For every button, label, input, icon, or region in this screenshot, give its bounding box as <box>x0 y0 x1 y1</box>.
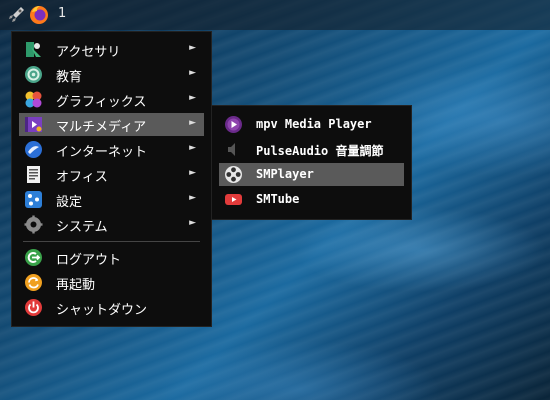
graphics-icon <box>25 91 42 108</box>
submenu-item-smplayer[interactable]: SMPlayer <box>219 163 404 186</box>
submenu-arrow-icon: ► <box>189 193 196 203</box>
submenu-arrow-icon: ► <box>189 168 196 178</box>
menu-item-system[interactable]: システム ► <box>19 213 204 236</box>
submenu-arrow-icon: ► <box>189 43 196 53</box>
rocket-launcher-icon[interactable] <box>5 4 27 26</box>
submenu-item-smtube[interactable]: SMTube <box>219 188 404 211</box>
menu-item-shutdown[interactable]: シャットダウン <box>19 296 204 319</box>
menu-item-label: ログアウト <box>56 253 122 268</box>
top-panel: 1 <box>0 0 550 30</box>
workspace-number[interactable]: 1 <box>58 6 66 21</box>
reboot-icon <box>25 274 42 291</box>
menu-item-label: 設定 <box>56 195 83 210</box>
menu-item-education[interactable]: 教育 ► <box>19 63 204 86</box>
multimedia-submenu: mpv Media Player PulseAudio 音量調節 SMPlaye… <box>211 105 412 220</box>
speaker-icon <box>228 143 235 156</box>
office-icon <box>27 166 40 183</box>
internet-icon <box>25 141 42 158</box>
menu-item-accessories[interactable]: アクセサリ ► <box>19 38 204 61</box>
menu-item-multimedia[interactable]: マルチメディア ► <box>19 113 204 136</box>
menu-item-label: シャットダウン <box>56 303 148 318</box>
submenu-arrow-icon: ► <box>189 218 196 228</box>
power-icon <box>25 299 42 316</box>
gear-icon <box>24 215 43 234</box>
menu-item-settings[interactable]: 設定 ► <box>19 188 204 211</box>
menu-separator <box>23 241 200 242</box>
menu-item-label: マルチメディア <box>56 120 147 135</box>
smtube-icon <box>225 194 242 205</box>
menu-item-label: SMTube <box>256 192 300 206</box>
submenu-arrow-icon: ► <box>189 143 196 153</box>
logout-icon <box>25 249 42 266</box>
menu-item-label: mpv Media Player <box>256 117 372 131</box>
menu-item-label: グラフィックス <box>56 95 147 110</box>
menu-item-label: オフィス <box>56 170 108 185</box>
menu-item-label: PulseAudio 音量調節 <box>256 144 384 158</box>
menu-item-label: インターネット <box>56 145 148 160</box>
mpv-icon <box>225 116 242 133</box>
submenu-item-pulseaudio[interactable]: PulseAudio 音量調節 <box>219 138 404 161</box>
menu-item-label: SMPlayer <box>256 167 314 181</box>
application-menu: アクセサリ ► 教育 ► グラフィックス ► マルチメディア ► インターネット… <box>11 31 212 327</box>
menu-item-label: 教育 <box>56 70 83 85</box>
multimedia-icon <box>25 117 42 132</box>
settings-icon <box>25 191 42 208</box>
menu-item-graphics[interactable]: グラフィックス ► <box>19 88 204 111</box>
education-icon <box>25 66 42 83</box>
submenu-arrow-icon: ► <box>189 68 196 78</box>
firefox-icon[interactable] <box>28 4 50 26</box>
submenu-arrow-icon: ► <box>189 118 196 128</box>
submenu-item-mpv[interactable]: mpv Media Player <box>219 113 404 136</box>
menu-item-label: システム <box>56 220 108 235</box>
menu-item-internet[interactable]: インターネット ► <box>19 138 204 161</box>
menu-item-logout[interactable]: ログアウト <box>19 246 204 269</box>
smplayer-icon <box>225 166 242 183</box>
menu-item-label: 再起動 <box>56 278 96 293</box>
submenu-arrow-icon: ► <box>189 93 196 103</box>
menu-item-label: アクセサリ <box>56 45 121 60</box>
menu-item-reboot[interactable]: 再起動 <box>19 271 204 294</box>
menu-item-office[interactable]: オフィス ► <box>19 163 204 186</box>
accessories-icon <box>26 42 41 57</box>
